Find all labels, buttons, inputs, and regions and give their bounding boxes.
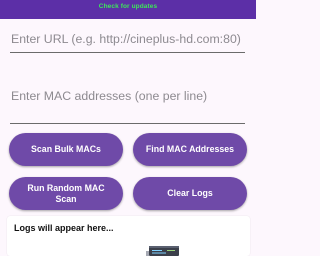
find-mac-addresses-label: Find MAC Addresses [145,144,235,154]
mac-addresses-field[interactable]: Enter MAC addresses (one per line) [10,84,245,124]
logs-panel: Logs will appear here... [7,216,250,256]
scan-bulk-macs-label: Scan Bulk MACs [31,144,101,154]
url-field[interactable]: Enter URL (e.g. http://cineplus-hd.com:8… [10,27,245,53]
app-screen: Check for updates Enter URL (e.g. http:/… [0,0,256,256]
logs-placeholder: Logs will appear here... [14,223,114,233]
url-placeholder: Enter URL (e.g. http://cineplus-hd.com:8… [11,32,241,46]
find-mac-addresses-button[interactable]: Find MAC Addresses [133,133,247,166]
mac-placeholder: Enter MAC addresses (one per line) [11,89,208,103]
scan-bulk-macs-button[interactable]: Scan Bulk MACs [9,133,123,166]
clear-logs-label: Clear Logs [167,188,213,198]
run-random-mac-scan-label: Run Random MAC Scan [27,182,105,204]
console-illustration-icon [146,246,179,256]
top-bar: Check for updates [0,0,256,19]
run-random-mac-scan-button[interactable]: Run Random MAC Scan [9,177,123,210]
clear-logs-button[interactable]: Clear Logs [133,177,247,210]
check-updates-link[interactable]: Check for updates [0,3,256,10]
